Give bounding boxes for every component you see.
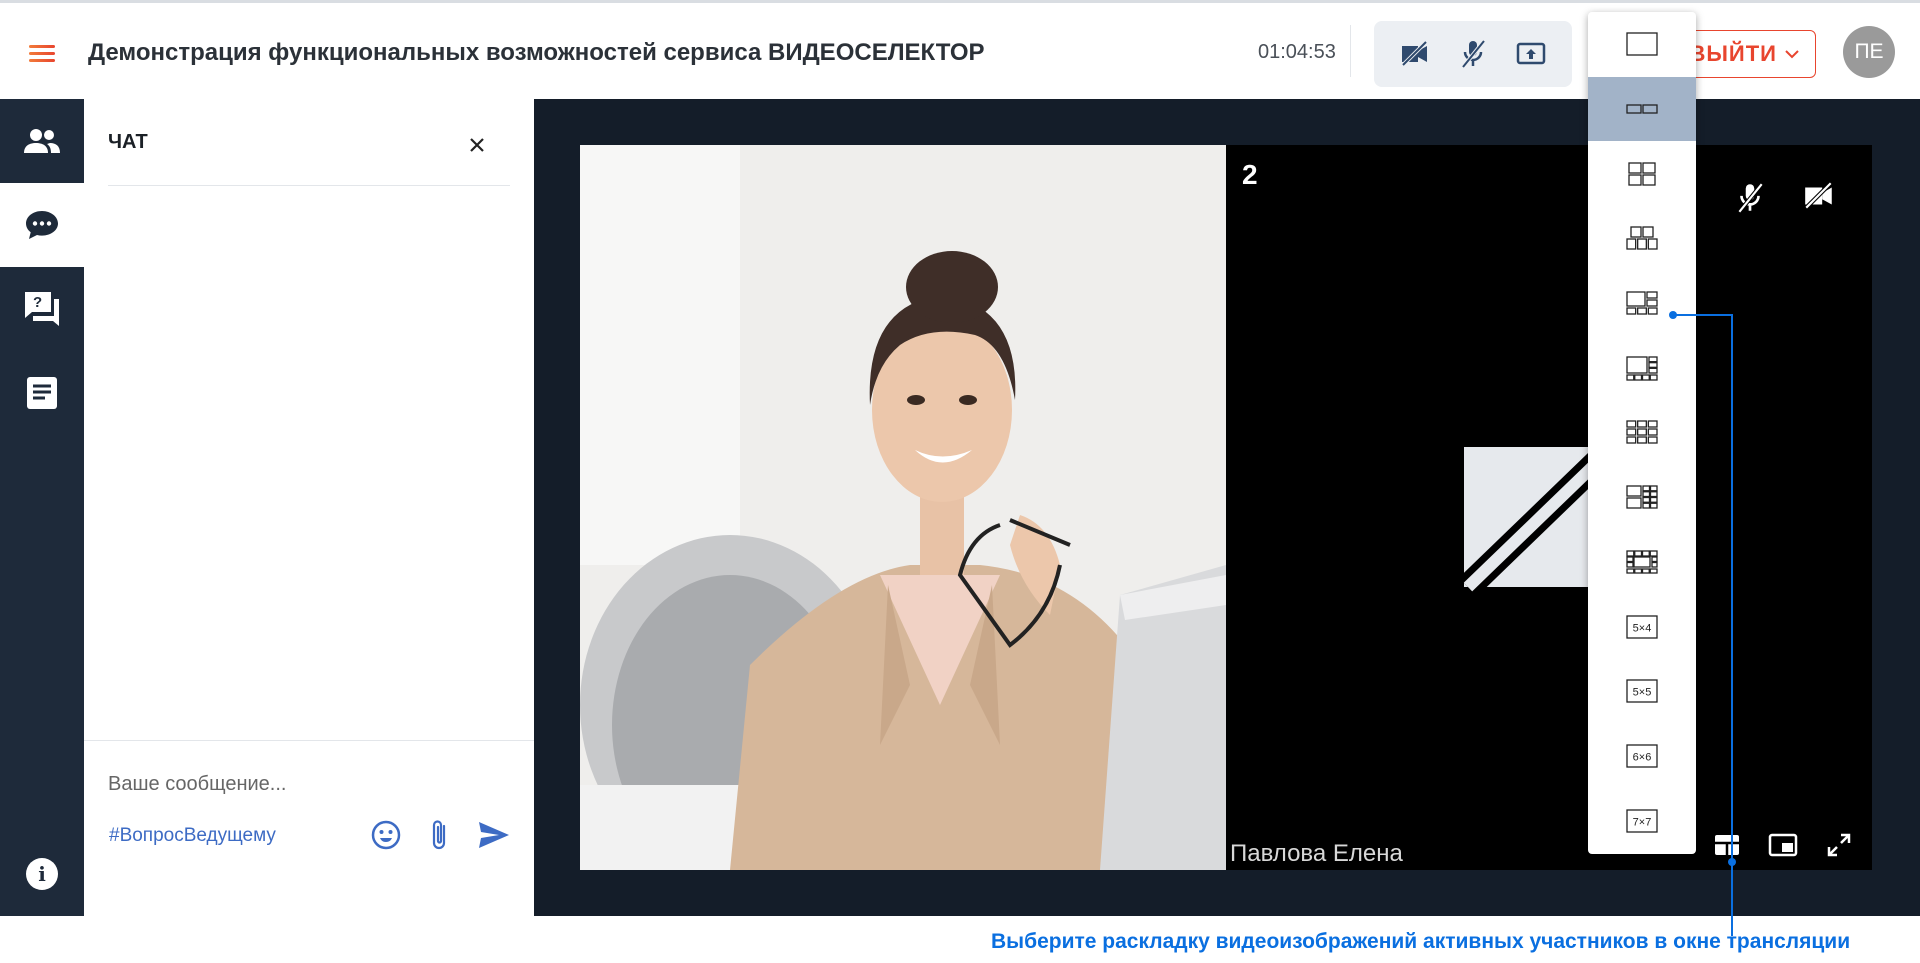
svg-text:6×6: 6×6 — [1633, 751, 1652, 763]
layout-3x3-icon — [1626, 420, 1658, 445]
sidebar-item-chat[interactable] — [0, 183, 84, 267]
sidebar-item-notes[interactable] — [0, 351, 84, 435]
send-icon — [479, 822, 509, 848]
layout-1plus7-icon — [1626, 356, 1658, 381]
layout-option-11[interactable]: 5×5 — [1588, 659, 1696, 724]
session-timer: 01:04:53 — [1258, 41, 1336, 63]
attach-button[interactable] — [422, 817, 458, 853]
hashtag-link[interactable]: #ВопросВедущему — [109, 825, 276, 847]
layout-option-12[interactable]: 6×6 — [1588, 724, 1696, 789]
callout-line-menu — [1673, 314, 1733, 316]
chevron-down-icon — [1785, 50, 1799, 59]
layout-2plus8-icon — [1626, 485, 1658, 509]
message-input[interactable] — [108, 766, 508, 802]
layout-1plus5-icon — [1626, 291, 1658, 315]
layout-option-6[interactable] — [1588, 335, 1696, 400]
layout-icon — [1715, 835, 1739, 855]
layout-1plus12-icon — [1626, 550, 1658, 574]
tile-number: 2 — [1242, 159, 1258, 190]
chat-tools — [368, 817, 512, 853]
video-tile-1[interactable] — [580, 145, 1226, 870]
sidebar: ? i — [0, 99, 84, 916]
layout-2x1-icon — [1626, 104, 1658, 114]
layout-7x7-icon: 7×7 — [1626, 808, 1658, 833]
fullscreen-button[interactable] — [1824, 830, 1854, 860]
screen-share-icon — [1516, 42, 1546, 65]
layout-menu: 5×4 5×5 6×6 7×7 — [1588, 12, 1696, 854]
layout-5x5-icon: 5×5 — [1626, 679, 1658, 703]
chat-divider — [108, 185, 510, 186]
video-tile-2[interactable]: 2 Павлова Елена — [1226, 145, 1872, 870]
avatar[interactable]: ПЕ — [1843, 26, 1895, 78]
layout-option-13[interactable]: 7×7 — [1588, 788, 1696, 853]
layout-option-7[interactable] — [1588, 400, 1696, 465]
callout-dot-button — [1728, 858, 1736, 866]
send-button[interactable] — [476, 817, 512, 853]
layout-5x4-icon: 5×4 — [1626, 614, 1658, 639]
emoji-button[interactable] — [368, 817, 404, 853]
paperclip-icon — [432, 820, 446, 850]
picture-in-picture-icon — [1768, 833, 1798, 857]
page-title: Демонстрация функциональных возможностей… — [88, 39, 985, 66]
layout-option-10[interactable]: 5×4 — [1588, 594, 1696, 659]
sidebar-item-participants[interactable] — [0, 99, 84, 183]
mic-off-icon — [1461, 39, 1486, 69]
questions-icon: ? — [25, 292, 59, 326]
svg-text:5×5: 5×5 — [1633, 687, 1652, 699]
exit-label: ВЫЙТИ — [1689, 41, 1777, 66]
layout-option-5[interactable] — [1588, 271, 1696, 336]
layout-option-4[interactable] — [1588, 206, 1696, 271]
mic-off-icon — [1737, 182, 1764, 214]
chat-panel: ЧАТ #ВопросВедущему — [84, 99, 534, 916]
fullscreen-icon — [1827, 833, 1851, 857]
layout-option-9[interactable] — [1588, 530, 1696, 595]
media-controls — [1374, 21, 1572, 87]
info-icon[interactable]: i — [26, 858, 58, 890]
mic-off-button[interactable] — [1453, 34, 1493, 74]
close-icon[interactable] — [465, 133, 489, 157]
layout-option-8[interactable] — [1588, 465, 1696, 530]
chat-title: ЧАТ — [108, 131, 148, 153]
notes-icon — [27, 377, 57, 409]
emoji-icon — [371, 820, 401, 850]
svg-text:7×7: 7×7 — [1633, 816, 1652, 828]
layout-1x1-icon — [1626, 32, 1658, 56]
callout-line-vertical — [1731, 314, 1733, 936]
layout-option-2[interactable] — [1588, 76, 1696, 142]
layout-3-2-icon — [1626, 226, 1658, 251]
camera-off-icon — [1401, 40, 1428, 67]
header-divider — [1350, 25, 1351, 77]
layout-option-1[interactable] — [1588, 12, 1696, 77]
chat-input-divider — [84, 740, 534, 741]
svg-text:?: ? — [33, 294, 42, 311]
participant-video-image — [580, 145, 1226, 870]
tile-status-icons — [1734, 181, 1836, 215]
menu-icon[interactable] — [29, 45, 55, 65]
layout-button[interactable] — [1712, 830, 1742, 860]
layout-option-3[interactable] — [1588, 141, 1696, 206]
chat-icon — [26, 211, 58, 239]
camera-off-button[interactable] — [1395, 34, 1435, 74]
svg-text:5×4: 5×4 — [1633, 622, 1652, 634]
callout-text: Выберите раскладку видеоизображений акти… — [991, 930, 1851, 953]
participant-name: Павлова Елена — [1230, 840, 1403, 867]
layout-2x2-icon — [1628, 162, 1656, 186]
participants-icon — [24, 129, 60, 153]
screen-share-button[interactable] — [1511, 34, 1551, 74]
camera-off-icon — [1804, 181, 1833, 210]
video-toolbar — [1712, 830, 1854, 860]
layout-6x6-icon: 6×6 — [1626, 744, 1658, 768]
picture-in-picture-button[interactable] — [1768, 830, 1798, 860]
sidebar-item-questions[interactable]: ? — [0, 267, 84, 351]
